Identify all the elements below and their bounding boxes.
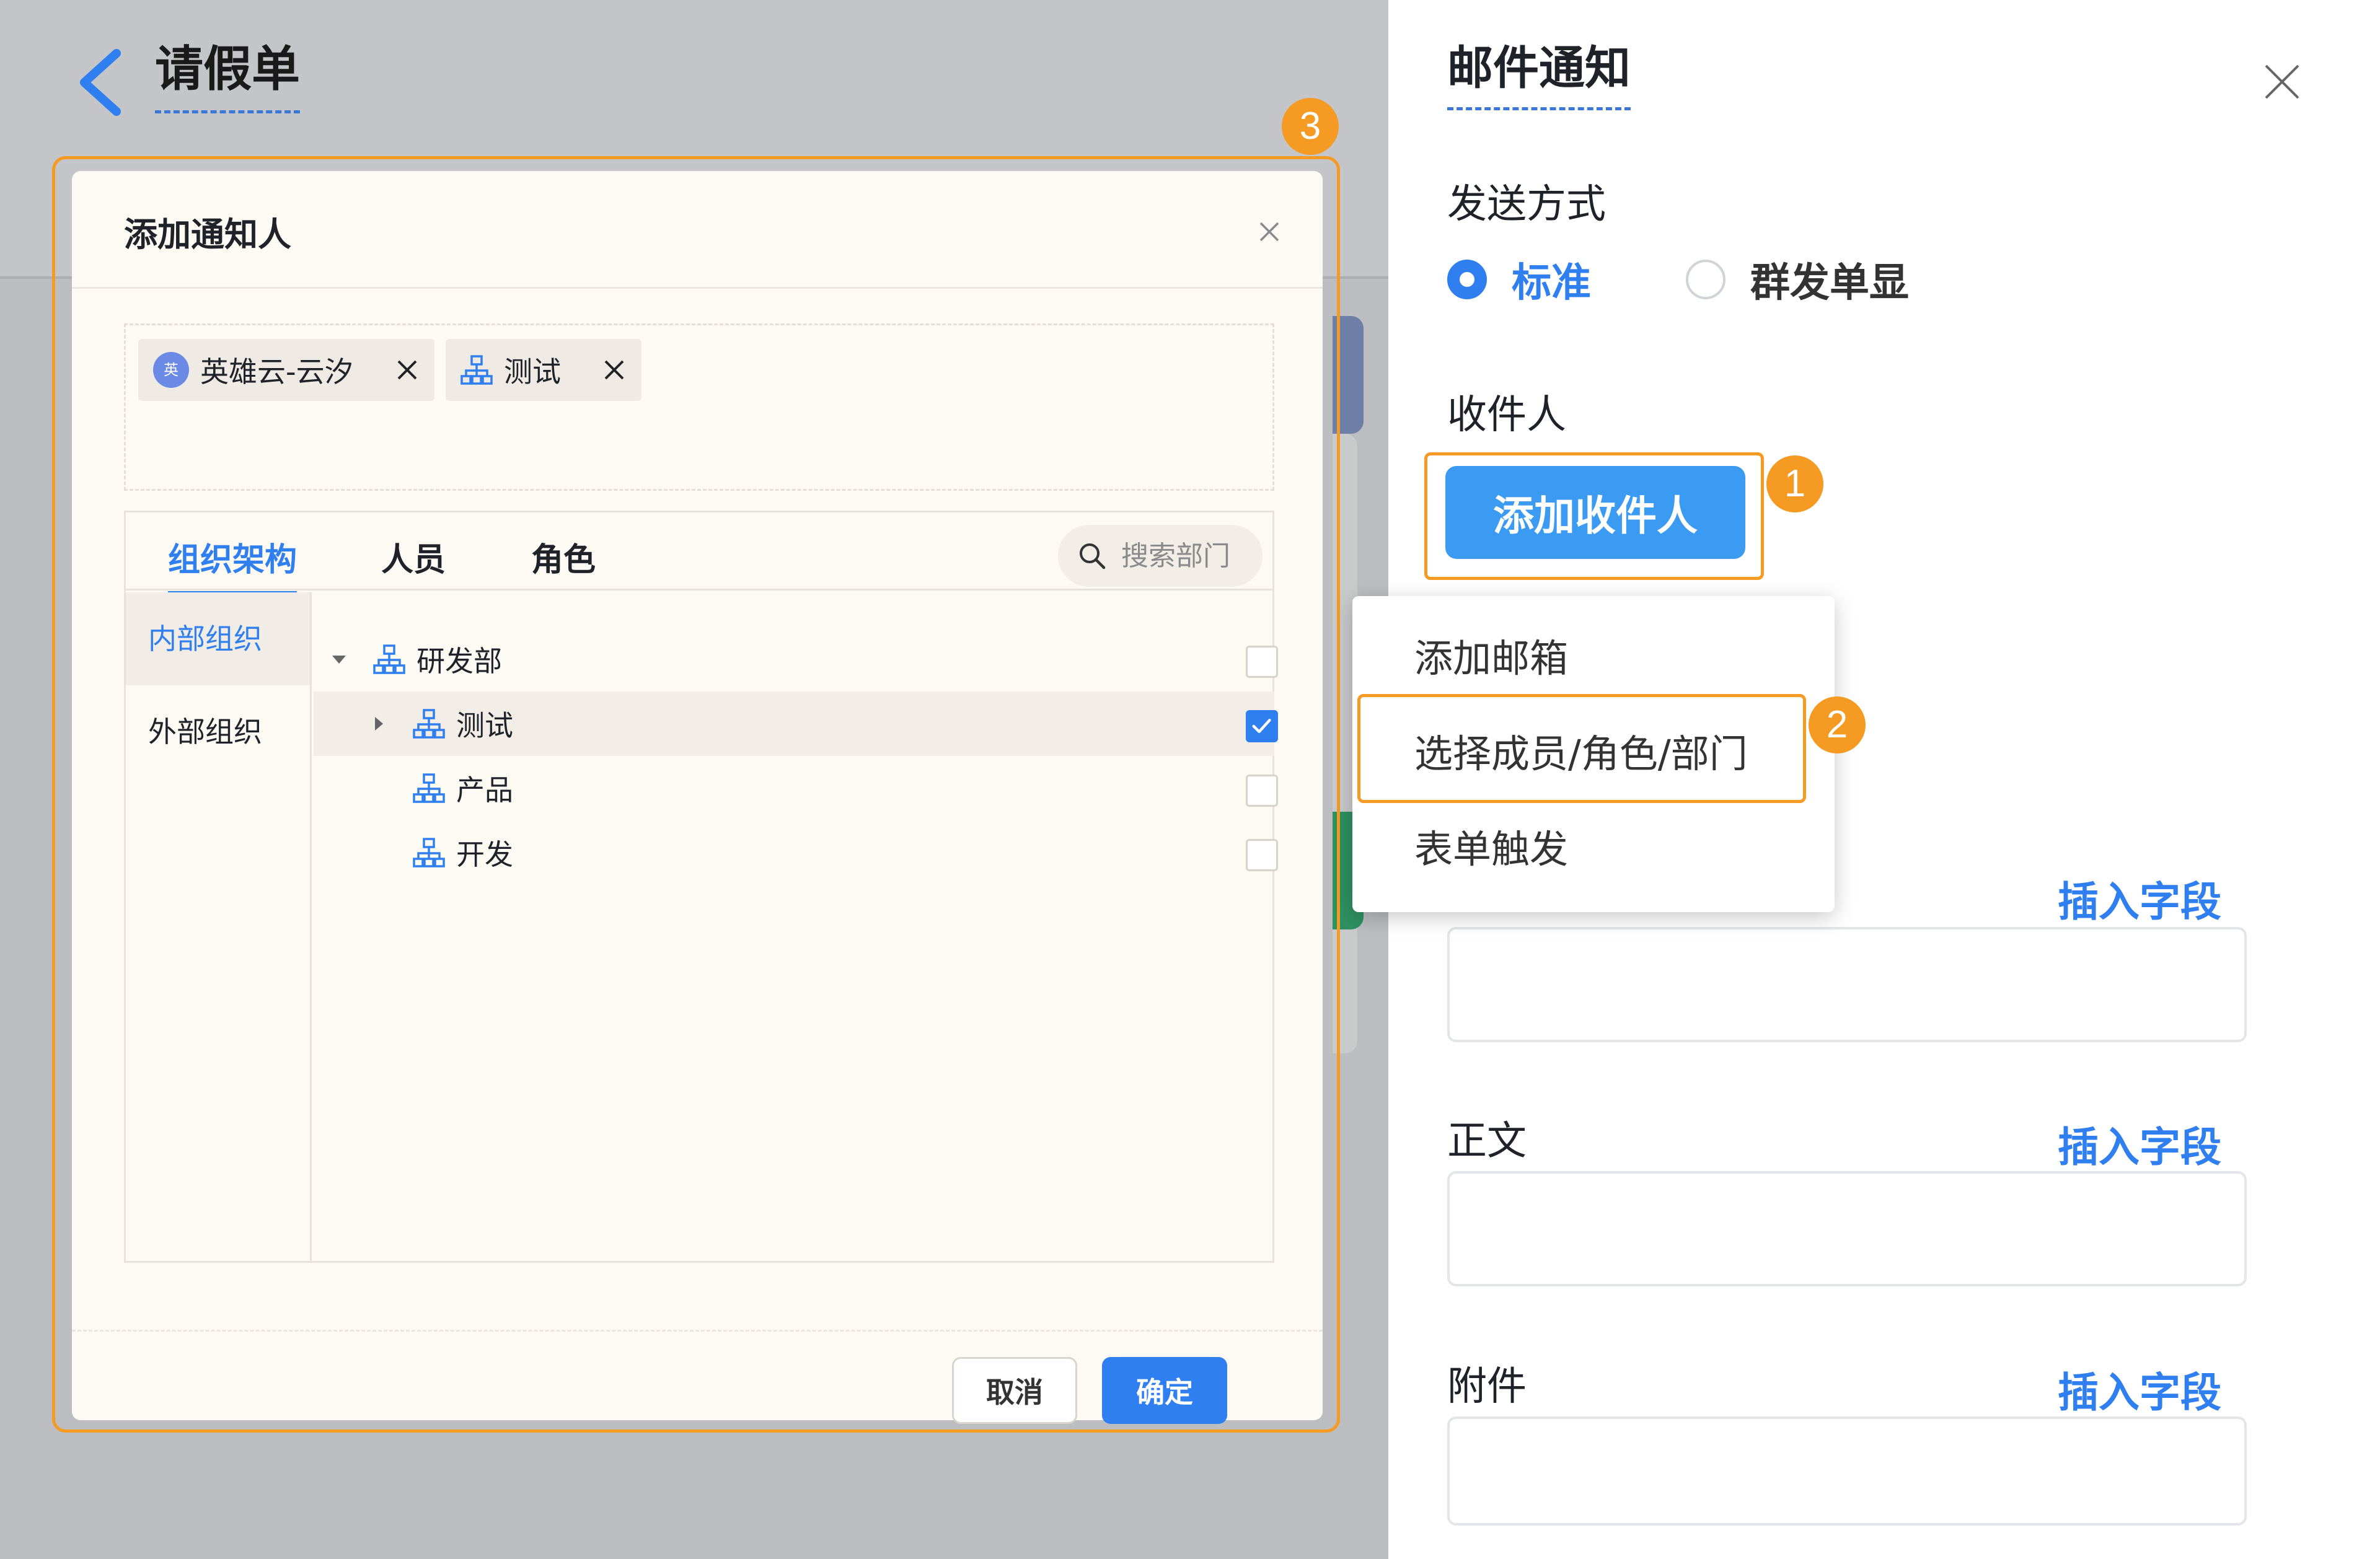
annotation-badge-1: 1 [1766, 455, 1823, 512]
attachment-label: 附件 [1447, 1364, 1527, 1410]
radio-standard[interactable]: 标准 [1447, 251, 1591, 308]
drawer-title: 邮件通知 [1447, 43, 1631, 111]
radio-label: 标准 [1512, 260, 1591, 306]
subject-field[interactable] [1447, 927, 2247, 1042]
body-label: 正文 [1447, 1118, 1527, 1164]
annotation-highlight-3 [52, 156, 1340, 1433]
annotation-badge-3: 3 [1282, 98, 1339, 155]
close-icon[interactable] [2262, 62, 2302, 102]
send-mode-label: 发送方式 [1447, 182, 1606, 227]
radio-label: 群发单显 [1750, 260, 1909, 306]
menu-item-add-email[interactable]: 添加邮箱 [1352, 612, 1835, 705]
radio-group-send[interactable]: 群发单显 [1686, 251, 1909, 308]
dropdown-arrow [1574, 582, 1609, 597]
insert-field-link-attachment[interactable]: 插入字段 [2058, 1359, 2221, 1419]
insert-field-link-subject[interactable]: 插入字段 [2058, 869, 2221, 928]
insert-field-link-body[interactable]: 插入字段 [2058, 1114, 2221, 1174]
radio-selected-icon[interactable] [1447, 260, 1487, 299]
body-field[interactable] [1447, 1171, 2247, 1286]
recipients-label: 收件人 [1447, 392, 1566, 438]
radio-unselected-icon[interactable] [1686, 260, 1726, 299]
back-arrow-icon[interactable] [73, 48, 129, 116]
menu-item-form-trigger[interactable]: 表单触发 [1352, 803, 1835, 896]
annotation-highlight-2 [1357, 694, 1806, 803]
attachment-field[interactable] [1447, 1416, 2247, 1526]
page-title: 请假单 [155, 43, 301, 113]
annotation-badge-2: 2 [1809, 696, 1866, 753]
add-recipient-button[interactable]: 添加收件人 [1445, 466, 1745, 559]
